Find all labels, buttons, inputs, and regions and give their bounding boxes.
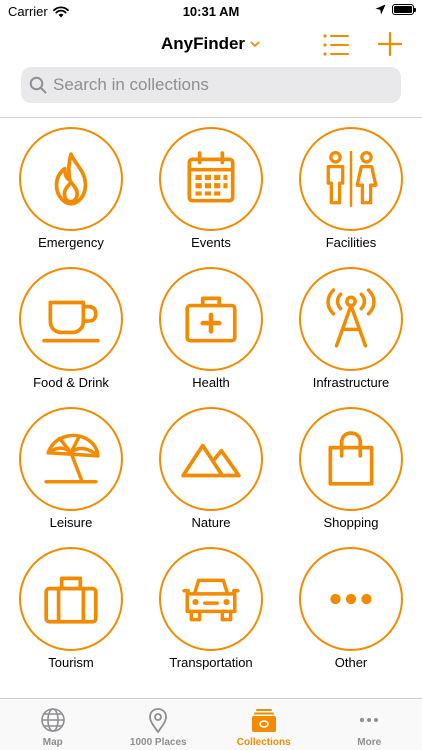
category-label: Other [334, 655, 368, 670]
category-label: Nature [191, 515, 231, 530]
category-other[interactable]: Other [286, 542, 416, 674]
category-shopping[interactable]: Shopping [286, 402, 416, 534]
category-nature[interactable]: Nature [146, 402, 276, 534]
more-dots-icon [360, 718, 379, 722]
category-tourism[interactable]: Tourism [6, 542, 136, 674]
calendar-icon [187, 151, 235, 203]
category-emergency[interactable]: Emergency [6, 122, 136, 254]
category-facilities[interactable]: Facilities [286, 122, 416, 254]
globe-icon [40, 708, 65, 732]
first-aid-kit-icon [185, 296, 237, 343]
category-circle [299, 407, 403, 511]
status-time: 10:31 AM [182, 4, 240, 19]
tab-label: More [357, 737, 382, 748]
nav-bar: AnyFinder [0, 28, 422, 64]
add-button[interactable] [376, 30, 404, 58]
nav-title: AnyFinder [160, 34, 246, 53]
restroom-icon [326, 150, 378, 208]
category-infrastructure[interactable]: Infrastructure [286, 262, 416, 394]
coffee-cup-icon [42, 300, 100, 343]
suitcase-icon [44, 576, 98, 624]
category-circle [299, 267, 403, 371]
shopping-bag-icon [328, 431, 374, 486]
tab-bar: Map 1000 Places Collections More [0, 698, 422, 750]
nav-title-button[interactable]: AnyFinder [0, 34, 422, 54]
beach-umbrella-icon [44, 433, 100, 484]
search-input[interactable] [53, 75, 383, 95]
category-transportation[interactable]: Transportation [146, 542, 276, 674]
category-label: Shopping [323, 515, 379, 530]
category-label: Food & Drink [33, 375, 109, 390]
category-label: Tourism [48, 655, 94, 670]
tab-more[interactable]: More [317, 699, 422, 750]
chevron-down-icon [250, 41, 260, 47]
category-circle [159, 267, 263, 371]
category-circle [299, 547, 403, 651]
category-label: Transportation [169, 655, 253, 670]
category-circle [299, 127, 403, 231]
ellipsis-icon [330, 593, 372, 605]
tab-1000-places[interactable]: 1000 Places [106, 699, 212, 750]
status-right [375, 4, 416, 15]
search-bar[interactable] [21, 67, 401, 103]
category-label: Infrastructure [312, 375, 390, 390]
category-circle [159, 407, 263, 511]
battery-icon [392, 4, 416, 15]
category-events[interactable]: Events [146, 122, 276, 254]
map-pin-icon [149, 708, 168, 733]
tab-label: Map [42, 737, 63, 748]
category-label: Health [192, 375, 230, 390]
category-label: Leisure [49, 515, 93, 530]
category-label: Emergency [38, 235, 104, 250]
category-label: Facilities [325, 235, 377, 250]
divider [0, 117, 422, 118]
flame-icon [54, 152, 88, 206]
tab-map[interactable]: Map [0, 699, 106, 750]
category-food-drink[interactable]: Food & Drink [6, 262, 136, 394]
category-circle [19, 547, 123, 651]
category-label: Events [191, 235, 231, 250]
category-circle [159, 127, 263, 231]
status-bar: Carrier 10:31 AM [0, 0, 422, 24]
category-health[interactable]: Health [146, 262, 276, 394]
list-view-button[interactable] [322, 32, 350, 58]
category-circle [19, 407, 123, 511]
category-circle [159, 547, 263, 651]
antenna-tower-icon [326, 288, 376, 348]
category-leisure[interactable]: Leisure [6, 402, 136, 534]
location-arrow-icon [375, 4, 386, 15]
mountains-icon [181, 443, 241, 478]
category-circle [19, 267, 123, 371]
car-icon [182, 578, 240, 622]
tab-label: Collections [236, 737, 291, 748]
collections-icon [251, 709, 276, 732]
tab-label: 1000 Places [129, 737, 187, 748]
tab-collections[interactable]: Collections [211, 699, 317, 750]
category-circle [19, 127, 123, 231]
search-icon [29, 76, 47, 94]
